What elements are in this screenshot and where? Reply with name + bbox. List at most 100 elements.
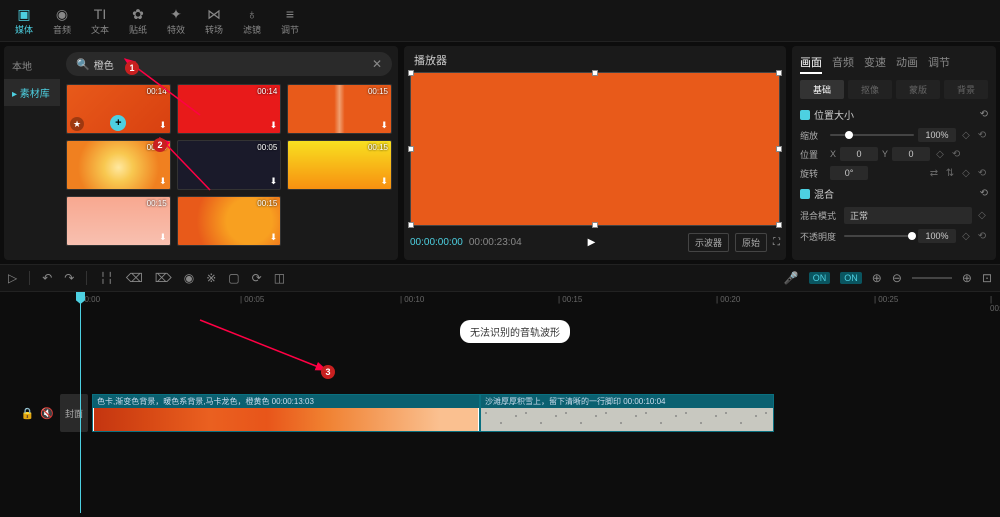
pos-y-value[interactable]: 0 [892,147,930,161]
media-thumbnail[interactable]: 00:05⬇ [177,140,282,190]
opacity-value[interactable]: 100% [918,229,956,243]
subtab-bg[interactable]: 背景 [944,80,988,99]
original-button[interactable]: 原始 [735,233,767,252]
tool-media[interactable]: ▣媒体 [8,5,40,36]
download-icon[interactable]: ⬇ [270,176,278,187]
zoom-fit-icon[interactable]: ⊡ [982,271,992,285]
redo-icon[interactable]: ↷ [64,271,74,285]
timeline-clip[interactable]: 色卡,渐变色背景，暖色系背景,马卡龙色，橙黄色 00:00:13:03 [92,394,480,432]
record-icon[interactable]: ◉ [184,271,194,285]
media-thumbnail[interactable]: 00:05 ⬇ [66,140,171,190]
player-viewport[interactable] [410,72,780,226]
download-icon[interactable]: ⬇ [380,120,388,131]
subtab-cutout[interactable]: 抠像 [848,80,892,99]
reset-icon[interactable]: ⟲ [980,188,988,199]
subtab-mask[interactable]: 蒙版 [896,80,940,99]
cover-button[interactable]: 封面 [60,394,88,432]
sidebar-item-library[interactable]: ▸ 素材库 [4,79,60,106]
zoom-in-icon[interactable]: ⊕ [962,271,972,285]
reset-row-icon[interactable]: ⟲ [950,149,962,160]
duration-label: 00:05 [147,143,167,152]
mic-icon[interactable]: 🎤 [784,271,799,285]
timeline-clip[interactable]: 沙滩厚厚积雪上，留下清晰的一行脚印 00:00:10:04 [480,394,774,432]
auto-snap-toggle[interactable]: ON [809,272,831,284]
search-bar[interactable]: 🔍 ✕ [66,52,392,76]
keyframe-icon[interactable]: ◇ [976,210,988,221]
subtab-basic[interactable]: 基础 [800,80,844,99]
clip-title: 沙滩厚厚积雪上，留下清晰的一行脚印 00:00:10:04 [481,395,773,408]
media-thumbnail[interactable]: 00:15⬇ [66,196,171,246]
checkbox-blend[interactable] [800,189,810,199]
section-position-label: 位置大小 [814,107,854,122]
media-thumbnail[interactable]: 00:15⬇ [177,196,282,246]
scale-slider[interactable] [830,134,914,136]
search-input[interactable] [94,59,372,70]
time-total: 00:00:23:04 [469,237,522,248]
align-icon[interactable]: ⊕ [872,271,882,285]
rotate-icon[interactable]: ⟳ [252,271,262,285]
delete-left-icon[interactable]: ⌫ [126,271,143,285]
scope-button[interactable]: 示波器 [688,233,729,252]
reset-row-icon[interactable]: ⟲ [976,130,988,141]
download-icon[interactable]: ⬇ [270,120,278,131]
checkbox-position[interactable] [800,110,810,120]
download-icon[interactable]: ⬇ [380,176,388,187]
tool-effect[interactable]: ✦特效 [160,5,192,36]
play-button[interactable]: ▶ [588,237,596,248]
undo-icon[interactable]: ↶ [42,271,52,285]
download-icon[interactable]: ⬇ [159,120,167,131]
select-tool-icon[interactable]: ▷ [8,271,17,285]
tool-filter[interactable]: ♁滤镜 [236,5,268,36]
flip-h-icon[interactable]: ⇄ [928,168,940,179]
freeze-icon[interactable]: ※ [206,271,216,285]
pos-x-value[interactable]: 0 [840,147,878,161]
tab-speed[interactable]: 变速 [864,52,886,74]
tab-adjust[interactable]: 调节 [928,52,950,74]
tool-audio[interactable]: ◉音频 [46,5,78,36]
opacity-slider[interactable] [844,235,914,237]
zoom-slider[interactable] [912,277,952,279]
track-mute-icon[interactable]: 🔇 [40,407,54,420]
mirror-icon[interactable]: ▢ [228,271,239,285]
preview-toggle[interactable]: ON [840,272,862,284]
tab-picture[interactable]: 画面 [800,52,822,74]
reset-icon[interactable]: ⟲ [980,109,988,120]
tool-adjust[interactable]: ≡调节 [274,5,306,36]
download-icon[interactable]: ⬇ [270,232,278,243]
keyframe-icon[interactable]: ◇ [934,149,946,160]
tool-transition[interactable]: ⋈转场 [198,5,230,36]
keyframe-icon[interactable]: ◇ [960,231,972,242]
flip-v-icon[interactable]: ⇅ [944,168,956,179]
media-thumbnail[interactable]: 00:14⬇ [177,84,282,134]
rot-value[interactable]: 0° [830,166,868,180]
reset-row-icon[interactable]: ⟲ [976,168,988,179]
blend-mode-select[interactable]: 正常 [844,207,972,224]
media-thumbnail[interactable]: 00:14⬇★+ [66,84,171,134]
crop-icon[interactable]: ◫ [274,271,285,285]
sidebar-item-local[interactable]: 本地 [4,52,60,79]
keyframe-icon[interactable]: ◇ [960,168,972,179]
timeline-toolbar: ▷ ↶ ↷ ╎╎ ⌫ ⌦ ◉ ※ ▢ ⟳ ◫ 🎤 ON ON ⊕ ⊖ ⊕ ⊡ [0,264,1000,292]
fullscreen-icon[interactable]: ⛶ [773,237,780,248]
tool-text[interactable]: TI文本 [84,5,116,36]
track-lock-icon[interactable]: 🔒 [21,407,35,420]
tab-audio[interactable]: 音频 [832,52,854,74]
download-icon[interactable]: ⬇ [159,232,167,243]
blend-label: 混合模式 [800,209,840,222]
media-thumbnail[interactable]: 00:15⬇ [287,84,392,134]
playhead[interactable] [80,292,81,513]
split-icon[interactable]: ╎╎ [99,271,113,285]
tool-sticker[interactable]: ✿贴纸 [122,5,154,36]
reset-row-icon[interactable]: ⟲ [976,231,988,242]
delete-right-icon[interactable]: ⌦ [155,271,172,285]
clear-search-icon[interactable]: ✕ [372,57,382,71]
favorite-icon[interactable]: ★ [70,117,84,131]
scale-value[interactable]: 100% [918,128,956,142]
keyframe-icon[interactable]: ◇ [960,130,972,141]
download-icon[interactable]: ⬇ [159,176,167,187]
media-thumbnail[interactable]: 00:15⬇ [287,140,392,190]
timeline-ruler[interactable]: 00:00| 00:05| 00:10| 00:15| 00:20| 00:25… [80,292,1000,310]
add-to-timeline-icon[interactable]: + [110,115,126,131]
zoom-out-icon[interactable]: ⊖ [892,271,902,285]
tab-anim[interactable]: 动画 [896,52,918,74]
